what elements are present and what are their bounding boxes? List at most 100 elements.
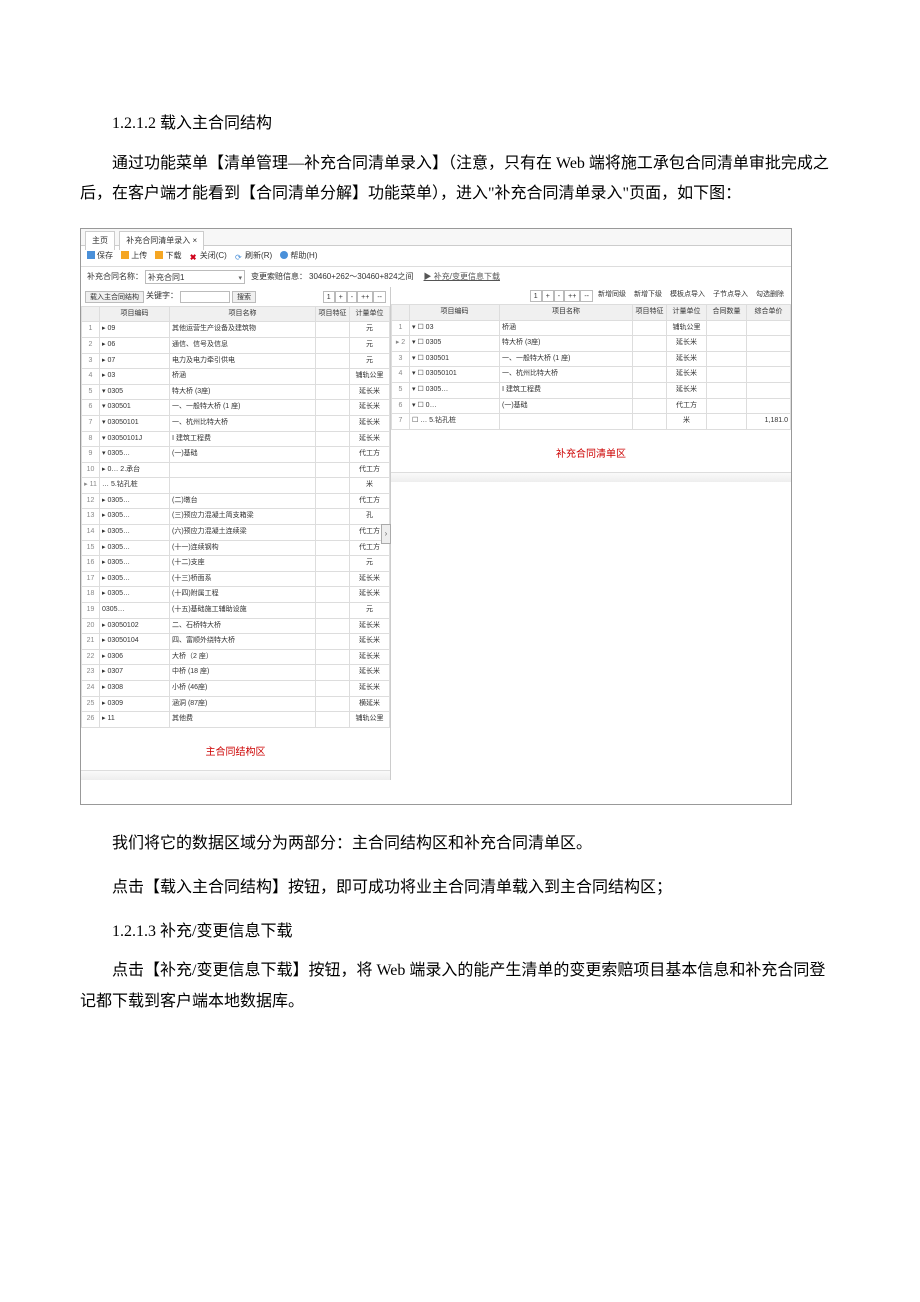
cell-unit: 延长米 [350, 634, 390, 650]
table-row[interactable]: 12 ▸ 0305…(二)墩台代工方 [82, 493, 390, 509]
cell-code: ▾ ☐ 03 [410, 320, 500, 336]
keyword-label: 关键字： [146, 289, 178, 303]
table-row[interactable]: 9 ▾ 0305…(一)基础代工方 [82, 447, 390, 463]
level-expand[interactable]: + [335, 291, 347, 303]
table-row[interactable]: 23▸ 0307中桥 (18 座)延长米 [82, 665, 390, 681]
help-button[interactable]: 帮助(H) [280, 251, 317, 260]
r-col-unit[interactable]: 计量单位 [667, 304, 707, 320]
upload-button[interactable]: 上传 [121, 251, 147, 260]
delete-checked-button[interactable]: 勾选删除 [753, 289, 787, 302]
col-code[interactable]: 项目编码 [100, 306, 170, 322]
download-info-button[interactable]: ▶ 补充/变更信息下载 [424, 270, 500, 284]
section-heading-1: 1.2.1.2 载入主合同结构 [80, 110, 840, 139]
table-row[interactable]: 15 ▸ 0305…(十一)连续钢构代工方 [82, 540, 390, 556]
table-row[interactable]: 3 ▾ ☐ 030501一、一般特大桥 (1 座)延长米 [392, 351, 791, 367]
table-row[interactable]: 3▸ 07电力及电力牵引供电元 [82, 353, 390, 369]
keyword-input[interactable] [180, 291, 230, 303]
tab-main[interactable]: 主页 [85, 231, 115, 250]
cell-qty [707, 320, 747, 336]
add-sibling-button[interactable]: 新增同级 [595, 289, 629, 302]
r-col-price[interactable]: 综合单价 [747, 304, 791, 320]
table-row[interactable]: 25▸ 0309涵洞 (87座)横延米 [82, 696, 390, 712]
cell-feat [316, 415, 350, 431]
table-row[interactable]: 8 ▾ 03050101JⅠ 建筑工程费延长米 [82, 431, 390, 447]
table-row[interactable]: 19 0305…(十五)基础施工辅助设施元 [82, 603, 390, 619]
r-level-1[interactable]: 1 [530, 290, 542, 302]
table-row[interactable]: 5▾ 0305特大桥 (3座)延长米 [82, 384, 390, 400]
level-collapse-all[interactable]: -- [373, 291, 386, 303]
search-button[interactable]: 搜索 [232, 291, 256, 303]
r-level-collapse[interactable]: - [554, 290, 564, 302]
table-row[interactable]: 6 ▾ ☐ 0…(一)基础代工方 [392, 398, 791, 414]
cell-code: ▾ ☐ 0… [410, 398, 500, 414]
table-row[interactable]: 7 ▾ 03050101一、杭州比特大桥延长米 [82, 415, 390, 431]
add-child-button[interactable]: 新增下级 [631, 289, 665, 302]
r-col-name[interactable]: 项目名称 [500, 304, 633, 320]
table-row[interactable]: 1▸ 09其他运营生产设备及建筑物元 [82, 322, 390, 338]
tab-close-icon[interactable]: × [192, 236, 197, 245]
cell-unit: 延长米 [667, 336, 707, 352]
table-row[interactable]: 17 ▸ 0305…(十三)桥面系延长米 [82, 571, 390, 587]
col-feat[interactable]: 项目特征 [316, 306, 350, 322]
import-child-button[interactable]: 子节点导入 [710, 289, 751, 302]
table-row[interactable]: 21 ▸ 03050104四、富顺外绕特大桥延长米 [82, 634, 390, 650]
table-row[interactable]: 7 ☐ … 5.钻孔桩米1,181.0 [392, 414, 791, 430]
download-button[interactable]: 下载 [155, 251, 181, 260]
help-label: 帮助(H) [290, 251, 317, 260]
table-row[interactable]: 5 ▾ ☐ 0305…Ⅰ 建筑工程费延长米 [392, 382, 791, 398]
col-unit[interactable]: 计量单位 [350, 306, 390, 322]
cell-code: ▸ 0308 [100, 681, 170, 697]
row-num: 8 [82, 431, 100, 447]
left-scrollbar[interactable] [81, 770, 390, 780]
load-structure-button[interactable]: 载入主合同结构 [85, 291, 144, 303]
col-name[interactable]: 项目名称 [170, 306, 316, 322]
table-row[interactable]: 20 ▸ 03050102二、石桥特大桥延长米 [82, 618, 390, 634]
cell-unit: 铺轨公里 [667, 320, 707, 336]
table-row[interactable]: 2▸ 06通信、信号及信息元 [82, 337, 390, 353]
table-row[interactable]: ▸ 2 ▾ ☐ 0305特大桥 (3座)延长米 [392, 336, 791, 352]
contract-name-value: 补充合同1 [146, 273, 184, 282]
cell-unit: 延长米 [667, 382, 707, 398]
close-button[interactable]: ✖关闭(C) [190, 251, 227, 260]
save-button[interactable]: 保存 [87, 251, 113, 260]
row-num: 10 [82, 462, 100, 478]
table-row[interactable]: 4 ▾ ☐ 03050101一、杭州比特大桥延长米 [392, 367, 791, 383]
cell-qty [707, 414, 747, 430]
level-1[interactable]: 1 [323, 291, 335, 303]
table-row[interactable]: 26▸ 11其他费铺轨公里 [82, 712, 390, 728]
table-row[interactable]: 6 ▾ 030501一、一般特大桥 (1 座)延长米 [82, 400, 390, 416]
contract-name-select[interactable]: 补充合同1▾ [145, 270, 245, 284]
table-row[interactable]: 4▸ 03桥涵铺轨公里 [82, 369, 390, 385]
pane-divider-handle[interactable]: › [381, 524, 391, 544]
col-rownum [82, 306, 100, 322]
row-num: 14 [82, 525, 100, 541]
r-level-expand-all[interactable]: ++ [564, 290, 580, 302]
table-row[interactable]: 1▾ ☐ 03桥涵铺轨公里 [392, 320, 791, 336]
import-template-button[interactable]: 模板点导入 [667, 289, 708, 302]
upload-label: 上传 [131, 251, 147, 260]
table-row[interactable]: 24▸ 0308小桥 (46座)延长米 [82, 681, 390, 697]
refresh-button[interactable]: ⟳刷新(R) [235, 251, 272, 260]
table-row[interactable]: 14 ▸ 0305…(六)预应力混凝土连续梁代工方 [82, 525, 390, 541]
r-level-expand[interactable]: + [542, 290, 554, 302]
table-row[interactable]: 10 ▸ 0… 2.承台代工方 [82, 462, 390, 478]
table-row[interactable]: 22▸ 0306大桥（2 座）延长米 [82, 649, 390, 665]
table-row[interactable]: 16 ▸ 0305…(十二)支座元 [82, 556, 390, 572]
tab-active[interactable]: 补充合同清单录入 × [119, 231, 204, 250]
level-expand-all[interactable]: ++ [357, 291, 373, 303]
r-col-feat[interactable]: 项目特征 [633, 304, 667, 320]
cell-code: … 5.钻孔桩 [100, 478, 170, 494]
left-region-label: 主合同结构区 [81, 728, 390, 770]
r-level-collapse-all[interactable]: -- [580, 290, 593, 302]
right-scrollbar[interactable] [391, 472, 791, 482]
level-collapse[interactable]: - [347, 291, 357, 303]
table-row[interactable]: 18 ▸ 0305…(十四)附属工程延长米 [82, 587, 390, 603]
r-col-code[interactable]: 项目编码 [410, 304, 500, 320]
cell-name: 其他费 [170, 712, 316, 728]
r-col-qty[interactable]: 合同数量 [707, 304, 747, 320]
cell-code: ☐ … 5.钻孔桩 [410, 414, 500, 430]
refresh-label: 刷新(R) [245, 251, 272, 260]
table-row[interactable]: ▸ 11 … 5.钻孔桩米 [82, 478, 390, 494]
toolbar: 保存 上传 下载 ✖关闭(C) ⟳刷新(R) 帮助(H) [81, 246, 791, 267]
table-row[interactable]: 13 ▸ 0305…(三)预应力混凝土简支箱梁孔 [82, 509, 390, 525]
